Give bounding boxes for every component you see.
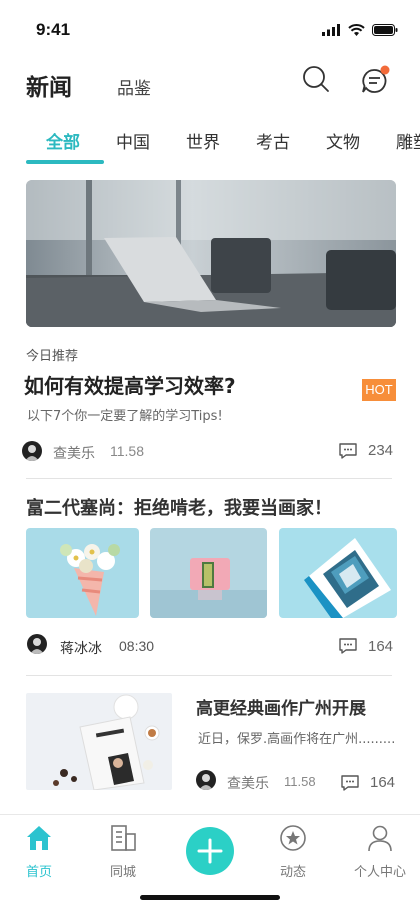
category-tab-sculpture[interactable]: 雕塑 <box>396 128 420 153</box>
plus-icon <box>197 838 223 864</box>
comment-count: 234 <box>368 442 394 459</box>
home-indicator <box>140 895 280 900</box>
page-title[interactable]: 新闻 <box>26 68 72 102</box>
category-tab-world[interactable]: 世界 <box>186 128 220 153</box>
article-thumbnail-flowers[interactable] <box>26 528 139 618</box>
avatar[interactable] <box>196 770 216 790</box>
publish-time: 11.58 <box>284 774 316 789</box>
author-name[interactable]: 查美乐 <box>227 773 269 793</box>
tab-label: 动态 <box>279 865 306 880</box>
tab-home[interactable]: 首页 <box>4 823 74 880</box>
avatar[interactable] <box>22 441 42 461</box>
article-hero-image[interactable] <box>26 180 396 327</box>
tab-pinjian[interactable]: 品鉴 <box>117 74 151 99</box>
category-tab-all[interactable]: 全部 <box>46 128 80 153</box>
search-icon[interactable] <box>301 64 331 94</box>
tab-label: 个人中心 <box>353 865 406 880</box>
category-tabs: 全部 中国 世界 考古 文物 雕塑 <box>0 118 420 166</box>
home-icon <box>27 826 51 850</box>
hot-badge: HOT <box>362 379 396 401</box>
category-tab-china[interactable]: 中国 <box>116 128 150 153</box>
article-meta: 蒋冰冰 08:30 164 <box>0 634 420 658</box>
header: 新闻 品鉴 <box>0 60 420 110</box>
status-icons <box>322 24 398 36</box>
comment-icon[interactable] <box>340 773 360 793</box>
category-active-indicator <box>26 160 104 164</box>
category-tab-archaeology[interactable]: 考古 <box>256 128 290 153</box>
avatar[interactable] <box>27 634 47 654</box>
tab-profile[interactable]: 个人中心 <box>345 823 415 880</box>
article-title[interactable]: 富二代塞尚：拒绝啃老，我要当画家！ <box>26 494 332 520</box>
comment-icon[interactable] <box>338 441 358 461</box>
tab-label: 首页 <box>25 865 52 880</box>
add-post-button[interactable] <box>186 827 234 875</box>
comment-count: 164 <box>368 638 394 655</box>
wifi-icon <box>348 24 365 36</box>
message-icon[interactable] <box>359 64 391 96</box>
comment-count: 164 <box>370 774 396 791</box>
article-subtitle: 以下7个你一定要了解的学习Tips! <box>27 409 223 424</box>
article-meta: 查美乐 11.58 164 <box>0 770 420 794</box>
tab-activity[interactable]: 动态 <box>258 823 328 880</box>
article-meta: 查美乐 11.58 234 <box>0 441 420 465</box>
status-time: 9:41 <box>36 20 71 39</box>
comment-icon[interactable] <box>338 636 358 656</box>
city-icon <box>111 825 136 851</box>
divider <box>26 478 392 479</box>
tab-label: 同城 <box>109 865 136 880</box>
divider <box>26 675 392 676</box>
status-bar: 9:41 <box>0 0 420 60</box>
signal-icon <box>322 24 340 36</box>
publish-time: 08:30 <box>119 638 155 654</box>
author-name[interactable]: 蒋冰冰 <box>60 638 102 658</box>
category-tab-relics[interactable]: 文物 <box>326 128 360 153</box>
article-summary: 近日，保罗.高画作将在广州......... <box>198 732 396 747</box>
article-thumbnail-cake[interactable] <box>150 528 267 618</box>
tab-bar: 首页 同城 动态 个人中心 <box>0 814 420 909</box>
star-icon <box>280 825 306 851</box>
battery-icon <box>372 24 398 36</box>
article-title[interactable]: 如何有效提高学习效率? <box>24 370 236 399</box>
recommend-label: 今日推荐 <box>26 349 79 364</box>
publish-time: 11.58 <box>110 443 144 459</box>
tab-city[interactable]: 同城 <box>88 823 158 880</box>
author-name[interactable]: 查美乐 <box>53 443 95 463</box>
article-title[interactable]: 高更经典画作广州开展 <box>196 694 366 719</box>
article-thumbnail-painting[interactable] <box>279 528 397 618</box>
user-icon <box>368 825 392 852</box>
